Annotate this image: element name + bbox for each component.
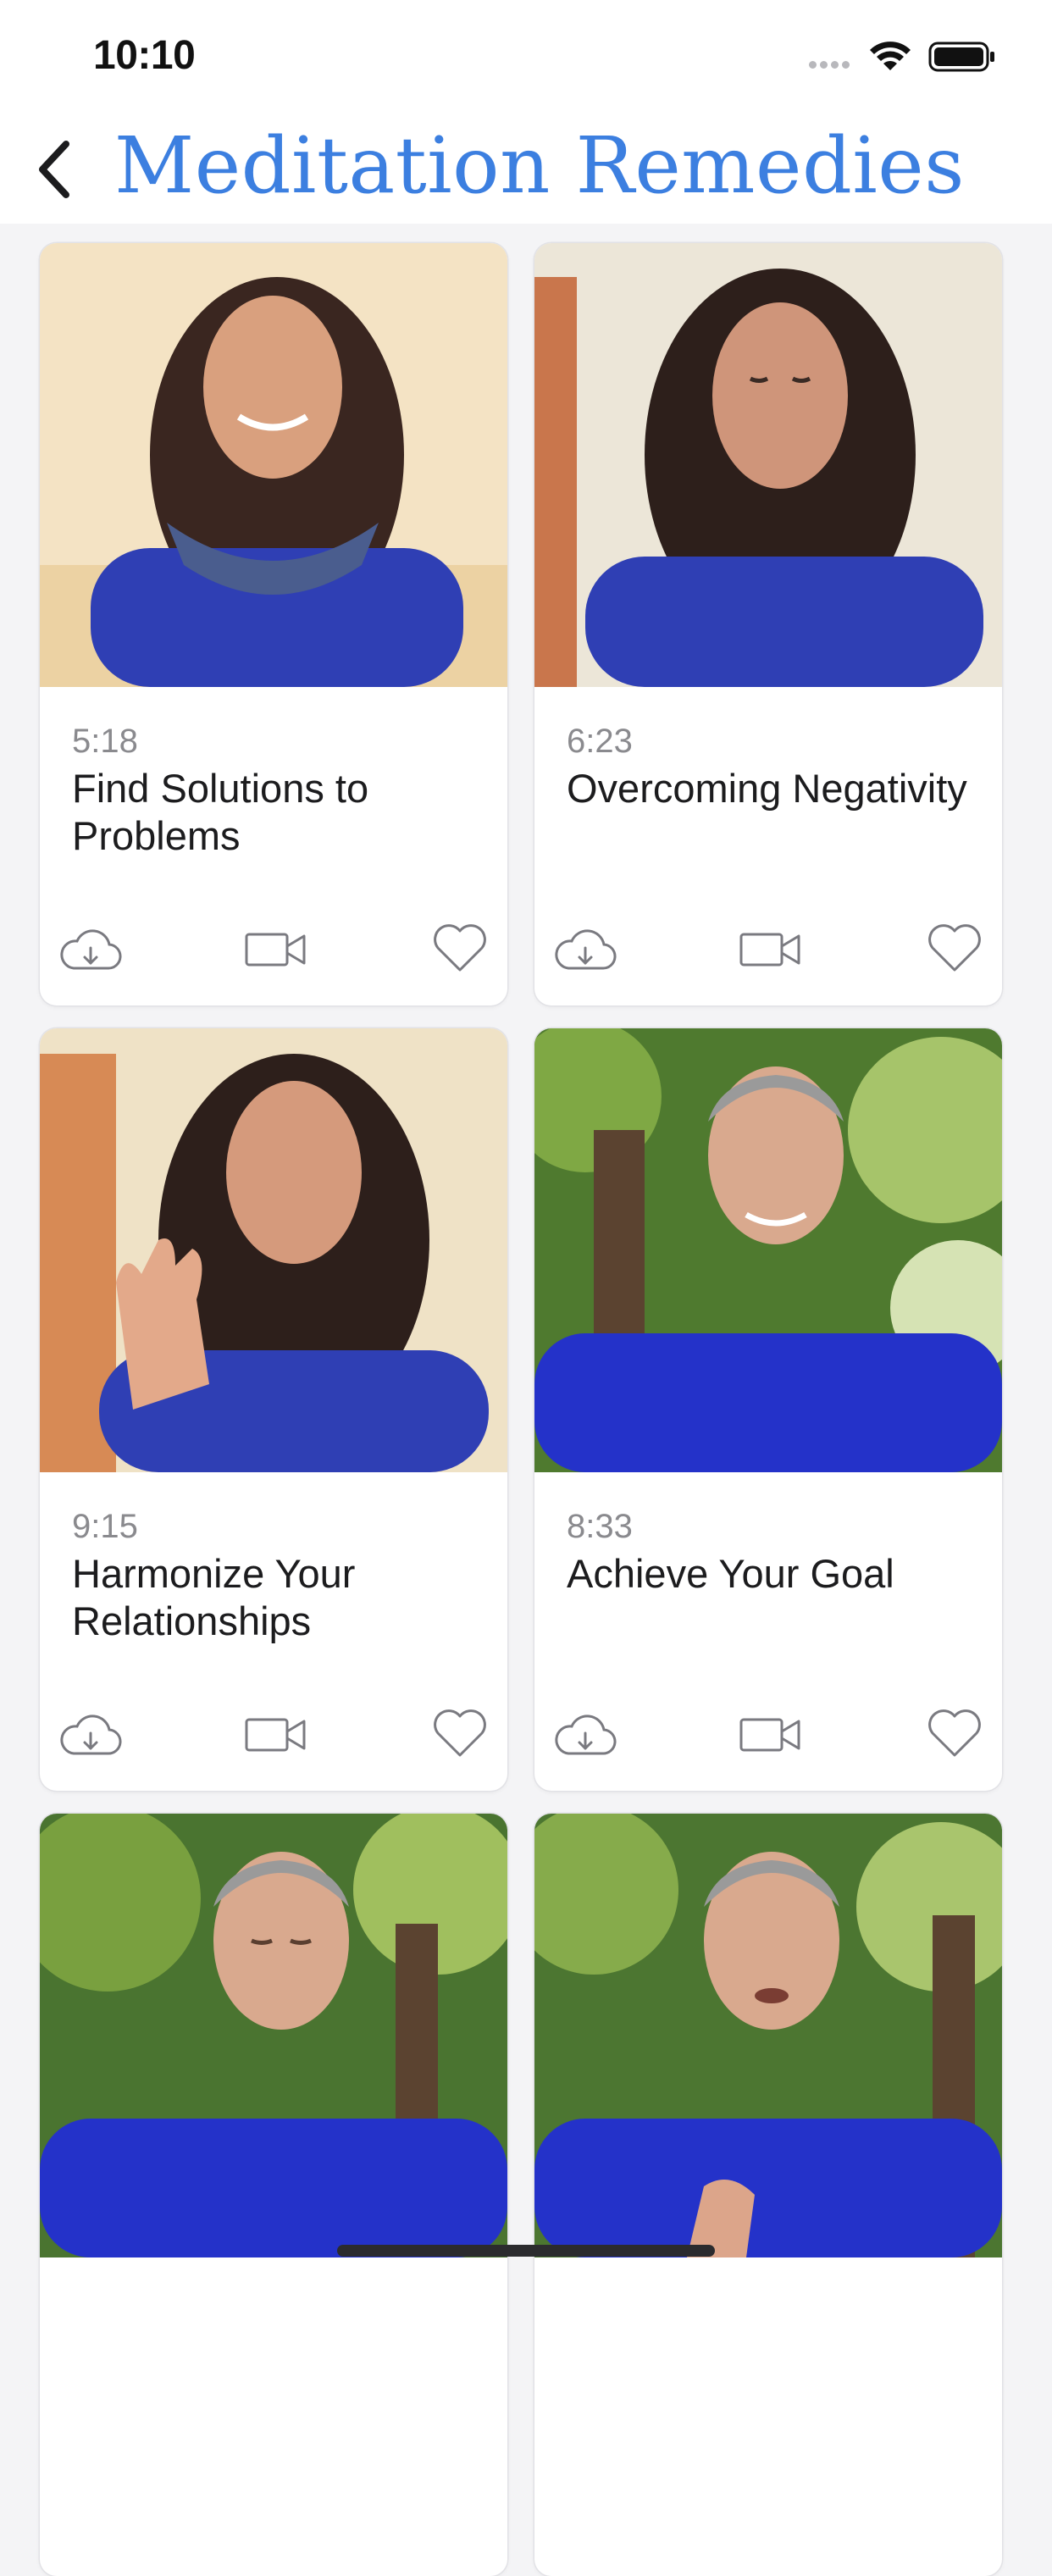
video-card[interactable]: 8:33 Achieve Your Goal <box>534 1028 1002 1791</box>
card-actions <box>534 921 1002 989</box>
video-thumbnail[interactable] <box>40 1814 507 2257</box>
heart-icon[interactable] <box>924 921 985 975</box>
video-thumbnail[interactable] <box>40 243 507 687</box>
nav-bar: Meditation Remedies <box>0 115 1052 224</box>
video-title: Achieve Your Goal <box>567 1551 894 1596</box>
video-title: Find Solutions to Problems <box>72 766 369 858</box>
heart-icon[interactable] <box>429 921 490 975</box>
video-card[interactable] <box>534 1814 1002 2576</box>
video-card[interactable]: 9:15 Harmonize Your Relationships <box>40 1028 507 1791</box>
cloud-download-icon[interactable] <box>553 926 617 977</box>
video-duration: 8:33 <box>567 1508 633 1545</box>
cloud-download-icon[interactable] <box>58 1711 123 1762</box>
heart-icon[interactable] <box>924 1706 985 1760</box>
video-thumbnail[interactable] <box>534 1814 1002 2257</box>
video-card[interactable]: 6:23 Overcoming Negativity <box>534 243 1002 1005</box>
cellular-signal-icon <box>809 58 853 73</box>
home-indicator <box>337 2245 715 2257</box>
wifi-icon <box>870 42 911 70</box>
video-card[interactable] <box>40 1814 507 2576</box>
video-camera-icon[interactable] <box>243 1709 307 1760</box>
status-bar: 10:10 <box>0 0 1052 115</box>
chevron-left-icon[interactable] <box>34 136 76 203</box>
heart-icon[interactable] <box>429 1706 490 1760</box>
video-camera-icon[interactable] <box>738 1709 802 1760</box>
video-camera-icon[interactable] <box>243 924 307 975</box>
video-thumbnail[interactable] <box>534 243 1002 687</box>
card-actions <box>534 1706 1002 1774</box>
video-camera-icon[interactable] <box>738 924 802 975</box>
video-duration: 9:15 <box>72 1508 138 1545</box>
battery-icon <box>928 42 994 72</box>
video-title: Harmonize Your Relationships <box>72 1551 356 1643</box>
video-duration: 5:18 <box>72 723 138 760</box>
cloud-download-icon[interactable] <box>58 926 123 977</box>
video-card[interactable]: 5:18 Find Solutions to Problems <box>40 243 507 1005</box>
video-thumbnail[interactable] <box>40 1028 507 1472</box>
card-actions <box>40 921 507 989</box>
video-thumbnail[interactable] <box>534 1028 1002 1472</box>
status-time: 10:10 <box>93 33 196 78</box>
video-title: Overcoming Negativity <box>567 766 967 811</box>
cloud-download-icon[interactable] <box>553 1711 617 1762</box>
page-title: Meditation Remedies <box>114 120 965 211</box>
card-actions <box>40 1706 507 1774</box>
video-duration: 6:23 <box>567 723 633 760</box>
